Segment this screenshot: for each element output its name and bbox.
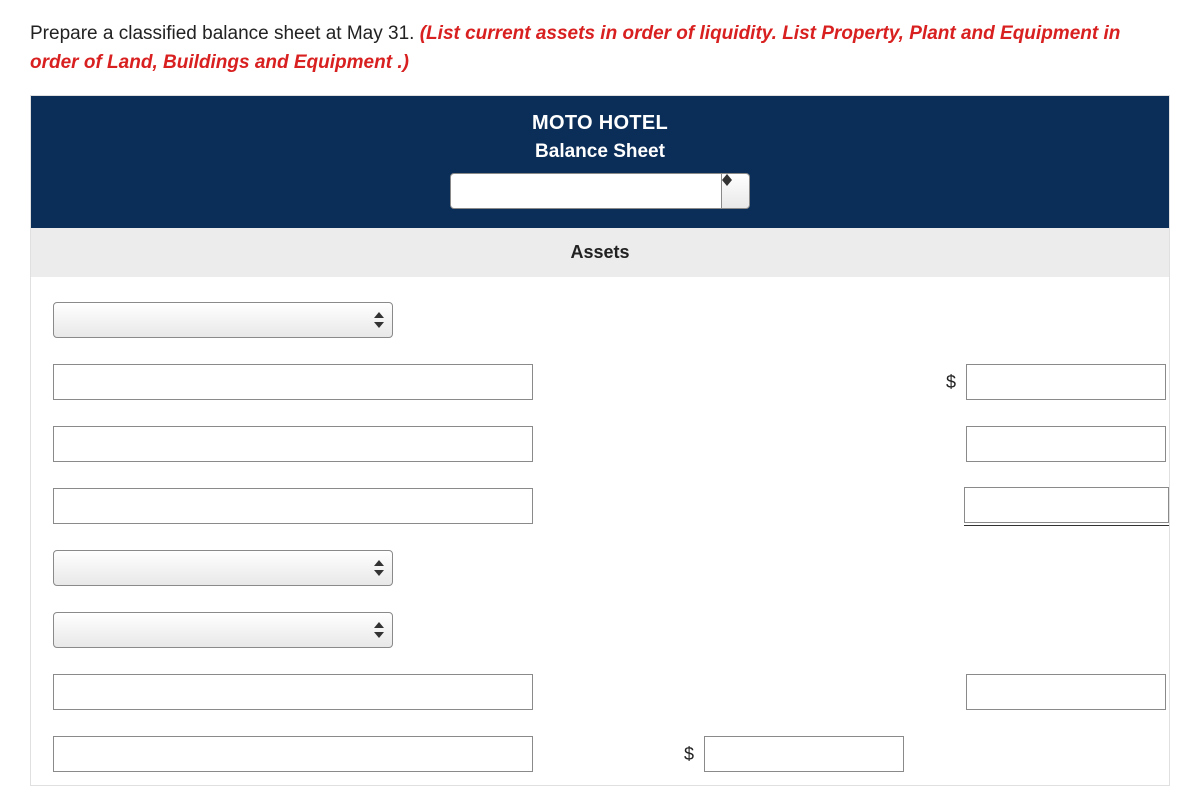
amount-input[interactable] bbox=[964, 487, 1169, 523]
table-row: $ bbox=[31, 351, 1169, 413]
account-input[interactable] bbox=[53, 426, 533, 462]
spinner-icon bbox=[374, 622, 384, 638]
currency-symbol: $ bbox=[944, 372, 956, 393]
table-row bbox=[31, 537, 1169, 599]
date-dropdown[interactable] bbox=[450, 173, 750, 209]
instruction-black: Prepare a classified balance sheet at Ma… bbox=[30, 23, 420, 44]
spinner-icon bbox=[374, 312, 384, 328]
date-spinner[interactable] bbox=[722, 173, 750, 209]
date-input[interactable] bbox=[450, 173, 722, 209]
subtotal-underline bbox=[964, 525, 1169, 526]
spinner-icon bbox=[374, 560, 384, 576]
sheet-subtitle: Balance Sheet bbox=[31, 141, 1169, 163]
category-dropdown[interactable] bbox=[53, 550, 393, 586]
table-row: $ bbox=[31, 413, 1169, 475]
mid-amount-input[interactable] bbox=[704, 736, 904, 772]
sheet-header: MOTO HOTEL Balance Sheet bbox=[31, 96, 1169, 228]
table-row: $ bbox=[31, 723, 1169, 785]
account-input[interactable] bbox=[53, 488, 533, 524]
table-row bbox=[31, 289, 1169, 351]
table-row: $ bbox=[31, 661, 1169, 723]
amount-input[interactable] bbox=[966, 426, 1166, 462]
balance-sheet: MOTO HOTEL Balance Sheet Assets bbox=[30, 95, 1170, 786]
instruction-text: Prepare a classified balance sheet at Ma… bbox=[30, 20, 1170, 77]
currency-symbol: $ bbox=[682, 744, 694, 765]
table-row: $ bbox=[31, 475, 1169, 537]
account-input[interactable] bbox=[53, 736, 533, 772]
category-dropdown[interactable] bbox=[53, 612, 393, 648]
account-input[interactable] bbox=[53, 364, 533, 400]
company-name: MOTO HOTEL bbox=[31, 112, 1169, 135]
amount-input[interactable] bbox=[966, 364, 1166, 400]
rows-area: $ $ $ bbox=[31, 277, 1169, 785]
category-dropdown[interactable] bbox=[53, 302, 393, 338]
account-input[interactable] bbox=[53, 674, 533, 710]
table-row bbox=[31, 599, 1169, 661]
spinner-icon bbox=[722, 174, 749, 186]
amount-input[interactable] bbox=[966, 674, 1166, 710]
assets-section-label: Assets bbox=[31, 228, 1169, 277]
